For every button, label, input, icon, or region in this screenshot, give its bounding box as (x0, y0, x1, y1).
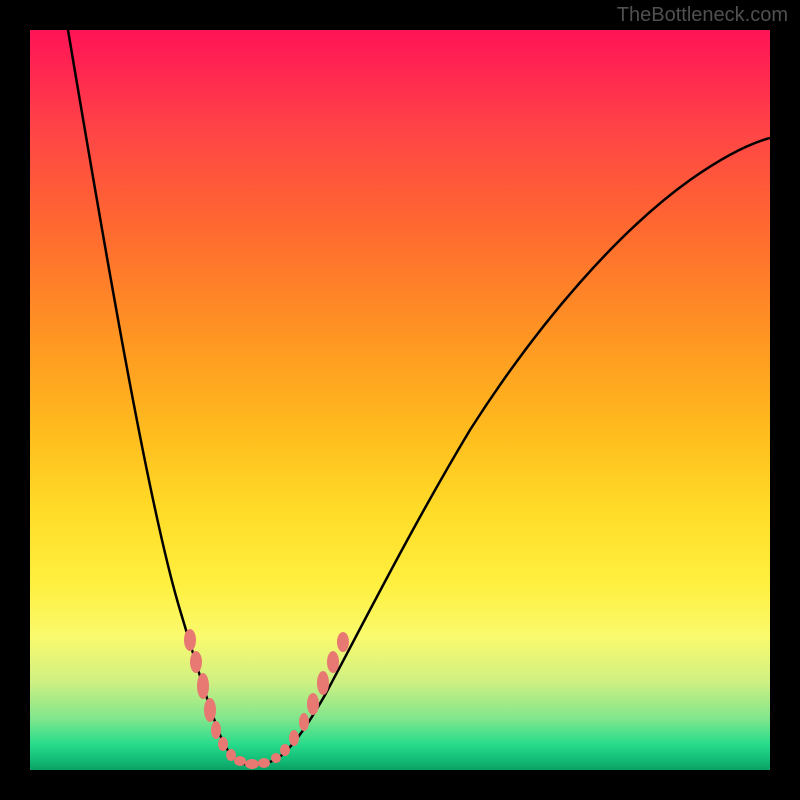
data-marker (258, 758, 270, 768)
data-marker (211, 721, 221, 739)
data-marker (204, 698, 216, 722)
chart-svg (30, 30, 770, 770)
data-marker (271, 753, 281, 763)
watermark-text: TheBottleneck.com (617, 4, 788, 27)
data-marker (190, 651, 202, 673)
curve-left-branch (68, 30, 252, 765)
data-marker (307, 693, 319, 715)
chart-plot-area (30, 30, 770, 770)
data-marker (337, 632, 349, 652)
data-marker (197, 673, 209, 699)
data-marker (280, 744, 290, 756)
data-marker (327, 651, 339, 673)
data-marker (299, 713, 309, 731)
data-marker (317, 671, 329, 695)
data-marker (184, 629, 196, 651)
data-marker (245, 759, 259, 769)
data-marker (289, 730, 299, 746)
data-marker (234, 756, 246, 766)
data-marker (218, 737, 228, 751)
markers-group (184, 629, 349, 769)
